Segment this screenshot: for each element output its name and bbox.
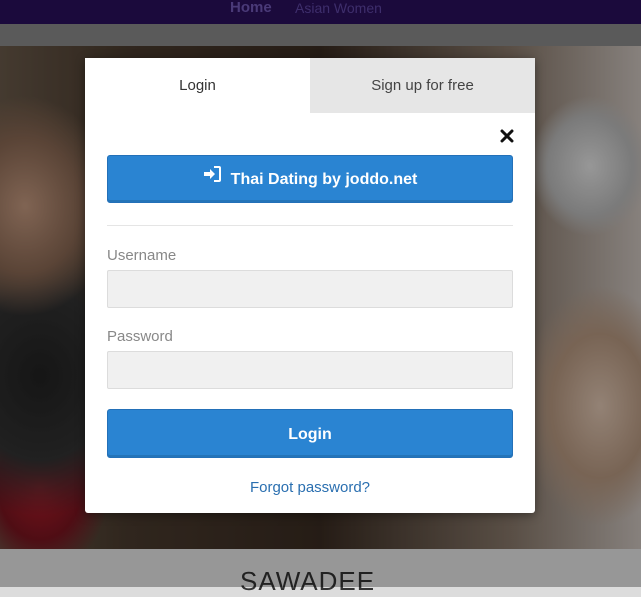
nav-asian-women-link[interactable]: Asian Women — [295, 0, 382, 16]
tab-login[interactable]: Login — [85, 58, 310, 113]
divider — [107, 225, 513, 226]
password-input[interactable] — [107, 351, 513, 389]
site-login-button-label: Thai Dating by joddo.net — [230, 171, 418, 188]
password-label: Password — [107, 328, 173, 345]
top-navigation: Home Asian Women — [0, 0, 641, 24]
username-input[interactable] — [107, 270, 513, 308]
modal-tabs: Login Sign up for free — [85, 58, 535, 113]
site-login-button[interactable]: Thai Dating by joddo.net — [107, 155, 513, 203]
forgot-password-link[interactable]: Forgot password? — [85, 479, 535, 496]
tab-signup[interactable]: Sign up for free — [310, 58, 535, 113]
login-button[interactable]: Login — [107, 409, 513, 458]
sign-in-icon — [203, 154, 221, 202]
nav-home-link[interactable]: Home — [230, 0, 272, 16]
username-label: Username — [107, 247, 177, 264]
close-icon[interactable] — [499, 128, 515, 144]
login-modal: Login Sign up for free Thai Dating by jo… — [85, 58, 535, 513]
